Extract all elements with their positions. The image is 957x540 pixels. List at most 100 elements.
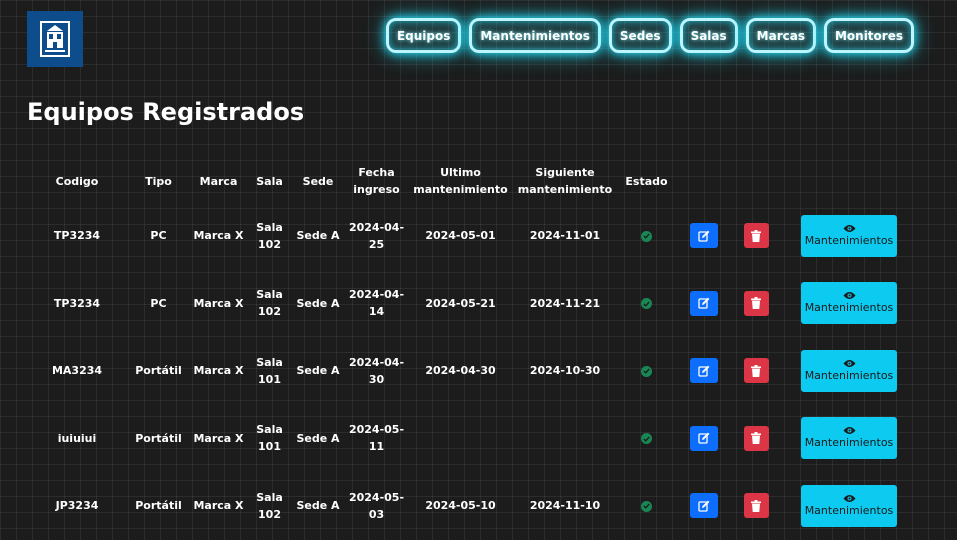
eye-icon bbox=[843, 292, 855, 300]
cell-marca: Marca X bbox=[193, 431, 244, 445]
cell-estado bbox=[618, 405, 675, 473]
edit-button[interactable] bbox=[689, 290, 718, 316]
building-icon bbox=[40, 21, 70, 57]
cell-marca: Marca X bbox=[193, 296, 244, 310]
eye-icon bbox=[843, 224, 855, 232]
cell-edit bbox=[675, 472, 732, 540]
nav-salas[interactable]: Salas bbox=[679, 18, 738, 53]
table-row: iuiuiui Portátil Marca X Sala 101 Sede A… bbox=[27, 405, 918, 473]
trash-icon bbox=[751, 432, 761, 445]
check-circle-icon bbox=[641, 365, 652, 377]
mantenimientos-label: Mantenimientos bbox=[804, 503, 894, 517]
nav-sedes[interactable]: Sedes bbox=[608, 18, 672, 53]
header-edit bbox=[675, 160, 732, 202]
delete-button[interactable] bbox=[743, 358, 769, 384]
nav-equipos[interactable]: Equipos bbox=[385, 18, 462, 53]
check-circle-icon bbox=[641, 230, 652, 242]
edit-button[interactable] bbox=[689, 493, 718, 519]
table-header-row: Codigo Tipo Marca Sala Sede Fecha ingres… bbox=[27, 160, 918, 202]
delete-button[interactable] bbox=[743, 223, 769, 249]
trash-icon bbox=[751, 229, 761, 242]
cell-sede: Sede A bbox=[296, 431, 340, 445]
cell-tipo: Portátil bbox=[135, 364, 182, 378]
edit-button[interactable] bbox=[689, 425, 718, 451]
eye-icon bbox=[843, 427, 855, 435]
cell-fecha-ingreso: 2024-04-30 bbox=[348, 355, 405, 386]
cell-delete bbox=[732, 337, 780, 405]
cell-ultimo-mantenimiento: 2024-04-30 bbox=[425, 364, 496, 378]
view-mantenimientos-button[interactable]: Mantenimientos bbox=[801, 214, 897, 257]
cell-sede: Sede A bbox=[296, 229, 340, 243]
mantenimientos-label: Mantenimientos bbox=[804, 368, 894, 382]
view-mantenimientos-button[interactable]: Mantenimientos bbox=[801, 417, 897, 460]
delete-button[interactable] bbox=[743, 425, 769, 451]
mantenimientos-label: Mantenimientos bbox=[804, 233, 894, 247]
view-mantenimientos-button[interactable]: Mantenimientos bbox=[801, 349, 897, 392]
delete-button[interactable] bbox=[743, 290, 769, 316]
cell-sede: Sede A bbox=[296, 364, 340, 378]
edit-icon bbox=[697, 365, 709, 377]
header-estado: Estado bbox=[625, 174, 668, 188]
view-mantenimientos-button[interactable]: Mantenimientos bbox=[801, 484, 897, 527]
mantenimientos-label: Mantenimientos bbox=[804, 436, 894, 450]
cell-delete bbox=[732, 270, 780, 338]
cell-ultimo-mantenimiento bbox=[409, 405, 512, 473]
delete-button[interactable] bbox=[743, 493, 769, 519]
equipos-table: Codigo Tipo Marca Sala Sede Fecha ingres… bbox=[27, 160, 918, 540]
header-sede: Sede bbox=[302, 174, 334, 188]
cell-siguiente-mantenimiento: 2024-11-10 bbox=[529, 499, 601, 513]
cell-tipo: Portátil bbox=[135, 499, 182, 513]
header-siguiente-mantenimiento: Siguiente mantenimiento bbox=[517, 166, 613, 196]
cell-marca: Marca X bbox=[193, 364, 244, 378]
cell-fecha-ingreso: 2024-04-25 bbox=[348, 220, 405, 251]
trash-icon bbox=[751, 297, 761, 310]
cell-edit bbox=[675, 405, 732, 473]
header-marca: Marca bbox=[199, 174, 238, 188]
cell-edit bbox=[675, 337, 732, 405]
eye-icon bbox=[843, 359, 855, 367]
header-mantenimientos bbox=[780, 160, 918, 202]
cell-tipo: PC bbox=[150, 229, 167, 243]
cell-codigo: MA3234 bbox=[51, 364, 103, 378]
mantenimientos-label: Mantenimientos bbox=[804, 301, 894, 315]
nav-marcas[interactable]: Marcas bbox=[745, 18, 816, 53]
cell-codigo: TP3234 bbox=[53, 229, 101, 243]
app-logo[interactable] bbox=[27, 11, 83, 67]
cell-mantenimientos: Mantenimientos bbox=[780, 270, 918, 338]
table-row: TP3234 PC Marca X Sala 102 Sede A 2024-0… bbox=[27, 202, 918, 270]
cell-sala: Sala 102 bbox=[256, 220, 283, 251]
edit-button[interactable] bbox=[689, 223, 718, 249]
edit-button[interactable] bbox=[689, 358, 718, 384]
cell-ultimo-mantenimiento: 2024-05-10 bbox=[425, 499, 496, 513]
view-mantenimientos-button[interactable]: Mantenimientos bbox=[801, 282, 897, 325]
cell-mantenimientos: Mantenimientos bbox=[780, 337, 918, 405]
cell-siguiente-mantenimiento: 2024-11-21 bbox=[529, 296, 601, 310]
cell-siguiente-mantenimiento: 2024-10-30 bbox=[529, 364, 601, 378]
cell-fecha-ingreso: 2024-04-14 bbox=[348, 288, 405, 319]
cell-marca: Marca X bbox=[193, 229, 244, 243]
table-row: JP3234 Portátil Marca X Sala 102 Sede A … bbox=[27, 472, 918, 540]
cell-sala: Sala 101 bbox=[256, 355, 283, 386]
table-row: TP3234 PC Marca X Sala 102 Sede A 2024-0… bbox=[27, 270, 918, 338]
cell-mantenimientos: Mantenimientos bbox=[780, 202, 918, 270]
nav-mantenimientos[interactable]: Mantenimientos bbox=[469, 18, 601, 53]
cell-tipo: Portátil bbox=[135, 431, 182, 445]
cell-codigo: JP3234 bbox=[55, 499, 99, 513]
edit-icon bbox=[697, 297, 709, 309]
cell-estado bbox=[618, 337, 675, 405]
cell-siguiente-mantenimiento bbox=[512, 405, 618, 473]
cell-fecha-ingreso: 2024-05-03 bbox=[348, 490, 405, 521]
header-ultimo-mantenimiento: Ultimo mantenimiento bbox=[413, 166, 508, 196]
cell-sede: Sede A bbox=[296, 296, 340, 310]
main-nav: Equipos Mantenimientos Sedes Salas Marca… bbox=[385, 18, 914, 53]
cell-sede: Sede A bbox=[296, 499, 340, 513]
header-codigo: Codigo bbox=[55, 174, 99, 188]
cell-delete bbox=[732, 405, 780, 473]
cell-edit bbox=[675, 202, 732, 270]
cell-ultimo-mantenimiento: 2024-05-01 bbox=[425, 229, 496, 243]
cell-estado bbox=[618, 202, 675, 270]
cell-siguiente-mantenimiento: 2024-11-01 bbox=[529, 229, 601, 243]
check-circle-icon bbox=[641, 433, 652, 445]
nav-monitores[interactable]: Monitores bbox=[823, 18, 914, 53]
header-fecha-ingreso: Fecha ingreso bbox=[353, 166, 400, 196]
